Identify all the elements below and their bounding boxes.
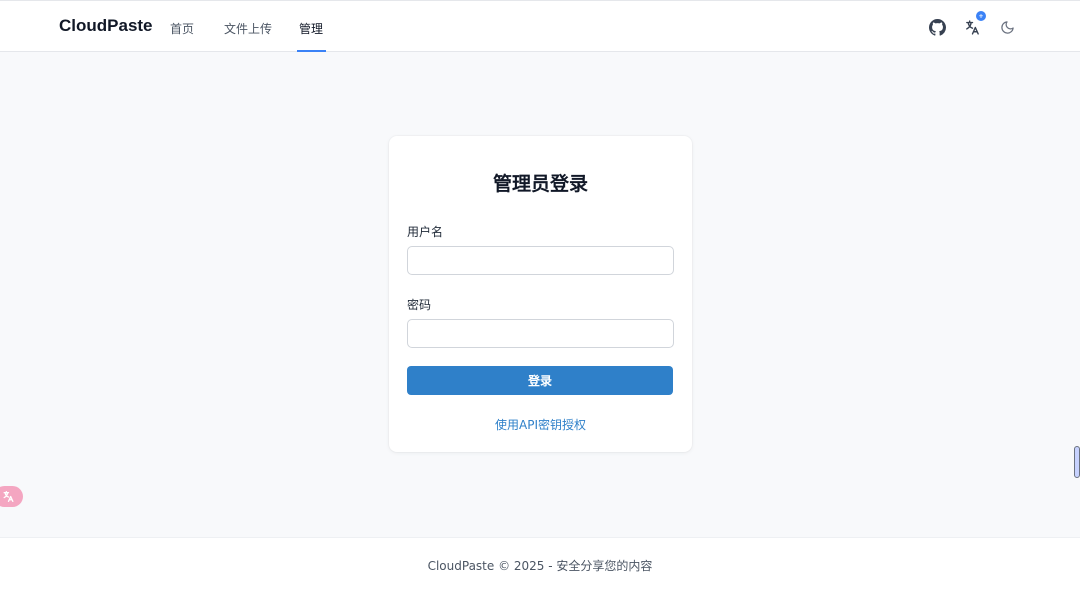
moon-icon[interactable] xyxy=(997,17,1017,37)
active-nav-indicator xyxy=(297,50,326,52)
nav-admin[interactable]: 管理 xyxy=(299,20,323,37)
page-title: 管理员登录 xyxy=(492,173,588,195)
footer-text: CloudPaste © 2025 - 安全分享您的内容 xyxy=(427,559,653,573)
password-label: 密码 xyxy=(407,298,432,312)
translate-float-icon xyxy=(3,490,14,503)
login-button[interactable]: 登录 xyxy=(407,366,673,395)
translate-badge: + xyxy=(976,11,986,21)
password-input[interactable] xyxy=(407,319,674,348)
login-card: 管理员登录 用户名 密码 登录 使用API密钥授权 xyxy=(389,136,692,452)
username-input[interactable] xyxy=(407,246,674,275)
nav-home[interactable]: 首页 xyxy=(170,20,194,37)
translate-icon[interactable]: + xyxy=(962,11,986,37)
github-icon[interactable] xyxy=(927,17,947,37)
translate-float-button[interactable] xyxy=(0,486,23,507)
top-navbar: CloudPaste 首页 文件上传 管理 + xyxy=(0,0,1080,52)
side-scroll-handle[interactable] xyxy=(1074,446,1080,478)
nav-file-upload[interactable]: 文件上传 xyxy=(224,20,272,37)
brand-logo[interactable]: CloudPaste xyxy=(59,16,153,36)
page-footer: CloudPaste © 2025 - 安全分享您的内容 xyxy=(0,537,1080,590)
username-label: 用户名 xyxy=(407,225,444,239)
api-key-auth-link[interactable]: 使用API密钥授权 xyxy=(389,416,692,433)
